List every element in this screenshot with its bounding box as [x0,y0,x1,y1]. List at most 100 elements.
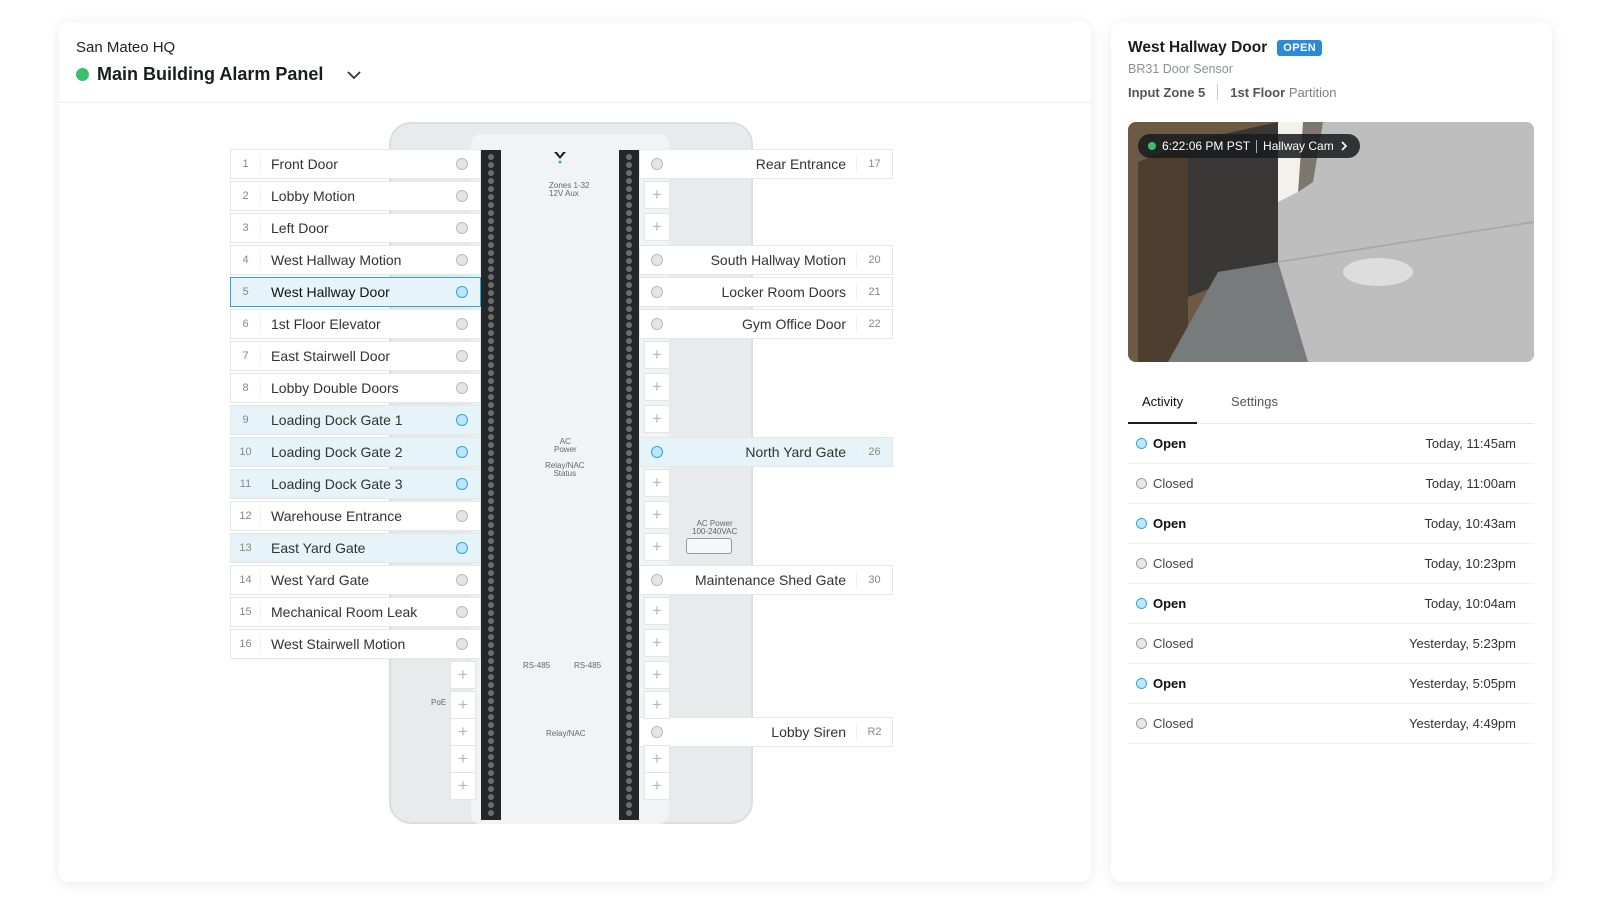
add-zone-button[interactable]: + [450,772,476,800]
zone-name: Maintenance Shed Gate [695,572,846,588]
terminal-screw [626,362,632,368]
list-item[interactable]: Open Today, 10:43am [1128,504,1534,544]
zone-row-selected[interactable]: 5 West Hallway Door [230,277,481,307]
zone-row[interactable]: 10 Loading Dock Gate 2 [230,437,481,467]
add-zone-button[interactable]: + [450,718,476,746]
add-zone-button[interactable]: + [450,661,476,689]
zone-number: 6 [231,315,261,333]
terminal-screw [488,234,494,240]
panel-selector[interactable]: Main Building Alarm Panel [76,64,363,85]
zone-number: 8 [231,379,261,397]
list-item[interactable]: Closed Today, 10:23pm [1128,544,1534,584]
detail-tabs: Activity Settings [1128,384,1534,424]
zone-name: Lobby Double Doors [271,380,399,396]
status-dot [1136,718,1147,729]
terminal-screw [626,474,632,480]
add-zone-button[interactable]: + [644,772,670,800]
zone-name: West Stairwell Motion [271,636,406,652]
add-zone-button[interactable]: + [644,661,670,689]
zone-detail-card: West Hallway Door OPEN BR31 Door Sensor … [1111,22,1552,882]
terminal-screw [488,786,494,792]
terminal-screw [626,466,632,472]
terminal-screw [488,210,494,216]
list-item[interactable]: Closed Today, 11:00am [1128,464,1534,504]
add-zone-button[interactable]: + [644,629,670,657]
terminal-screw [488,394,494,400]
zone-row[interactable]: South Hallway Motion 20 [639,245,893,275]
floor-name: 1st Floor [1230,84,1286,100]
zone-status-dot [456,286,468,298]
zone-number: 16 [231,635,261,653]
terminal-screw [488,506,494,512]
add-zone-button[interactable]: + [450,745,476,773]
add-zone-button[interactable]: + [644,469,670,497]
site-name: San Mateo HQ [76,39,176,56]
terminal-screw [626,754,632,760]
terminal-screw [488,522,494,528]
zone-row[interactable]: 12 Warehouse Entrance [230,501,481,531]
status-dot [1136,438,1147,449]
zone-row[interactable]: 7 East Stairwell Door [230,341,481,371]
rs485-label-2: RS-485 [574,661,602,670]
zone-status-dot [456,478,468,490]
zone-name: Locker Room Doors [721,284,847,300]
zone-row[interactable]: 6 1st Floor Elevator [230,309,481,339]
add-zone-button[interactable]: + [644,341,670,369]
zone-row[interactable]: Gym Office Door 22 [639,309,893,339]
zone-row[interactable]: 3 Left Door [230,213,481,243]
add-zone-button[interactable]: + [644,597,670,625]
list-item[interactable]: Closed Yesterday, 5:23pm [1128,624,1534,664]
tab-settings[interactable]: Settings [1231,394,1278,409]
terminal-screw [488,730,494,736]
list-item[interactable]: Open Today, 10:04am [1128,584,1534,624]
list-item[interactable]: Open Yesterday, 5:05pm [1128,664,1534,704]
zone-row[interactable]: 14 West Yard Gate [230,565,481,595]
terminal-screw [488,466,494,472]
list-item[interactable]: Open Today, 11:45am [1128,424,1534,464]
zone-name: Loading Dock Gate 2 [271,444,403,460]
zone-name: Lobby Siren [771,724,846,740]
camera-feed[interactable]: 6:22:06 PM PST Hallway Cam [1128,122,1534,362]
add-zone-button[interactable]: + [644,533,670,561]
terminal-screw [488,562,494,568]
panel-header: San Mateo HQ Main Building Alarm Panel [59,22,1091,103]
zone-row[interactable]: Rear Entrance 17 [639,149,893,179]
zone-row[interactable]: 13 East Yard Gate [230,533,481,563]
zone-row[interactable]: 16 West Stairwell Motion [230,629,481,659]
zone-row[interactable]: 15 Mechanical Room Leak [230,597,481,627]
zone-row[interactable]: 2 Lobby Motion [230,181,481,211]
add-zone-button[interactable]: + [644,405,670,433]
add-zone-button[interactable]: + [644,213,670,241]
zone-status-dot [456,158,468,170]
zone-row[interactable]: 1 Front Door [230,149,481,179]
add-zone-button[interactable]: + [644,501,670,529]
camera-overlay-pill[interactable]: 6:22:06 PM PST Hallway Cam [1138,134,1360,158]
zone-number: 22 [856,315,892,333]
zone-row[interactable]: 11 Loading Dock Gate 3 [230,469,481,499]
chevron-down-icon[interactable] [345,66,363,84]
zone-name: Mechanical Room Leak [271,604,418,620]
zone-number: 1 [231,155,261,173]
terminal-screw [626,178,632,184]
terminal-screw [626,506,632,512]
terminal-screw [626,250,632,256]
zone-row[interactable]: 8 Lobby Double Doors [230,373,481,403]
add-zone-button[interactable]: + [450,691,476,719]
terminal-screw [488,626,494,632]
zone-row[interactable]: Maintenance Shed Gate 30 [639,565,893,595]
zone-row[interactable]: Locker Room Doors 21 [639,277,893,307]
add-zone-button[interactable]: + [644,691,670,719]
terminal-screw [488,618,494,624]
zone-row[interactable]: 4 West Hallway Motion [230,245,481,275]
list-item[interactable]: Closed Yesterday, 4:49pm [1128,704,1534,744]
tab-activity[interactable]: Activity [1128,394,1198,424]
add-zone-button[interactable]: + [644,373,670,401]
zone-row[interactable]: Lobby Siren R2 [639,717,893,747]
zone-row[interactable]: North Yard Gate 26 [639,437,893,467]
add-zone-button[interactable]: + [644,181,670,209]
terminal-screw [488,330,494,336]
zone-row[interactable]: 9 Loading Dock Gate 1 [230,405,481,435]
terminal-screw [626,778,632,784]
add-zone-button[interactable]: + [644,745,670,773]
terminal-screw [488,586,494,592]
